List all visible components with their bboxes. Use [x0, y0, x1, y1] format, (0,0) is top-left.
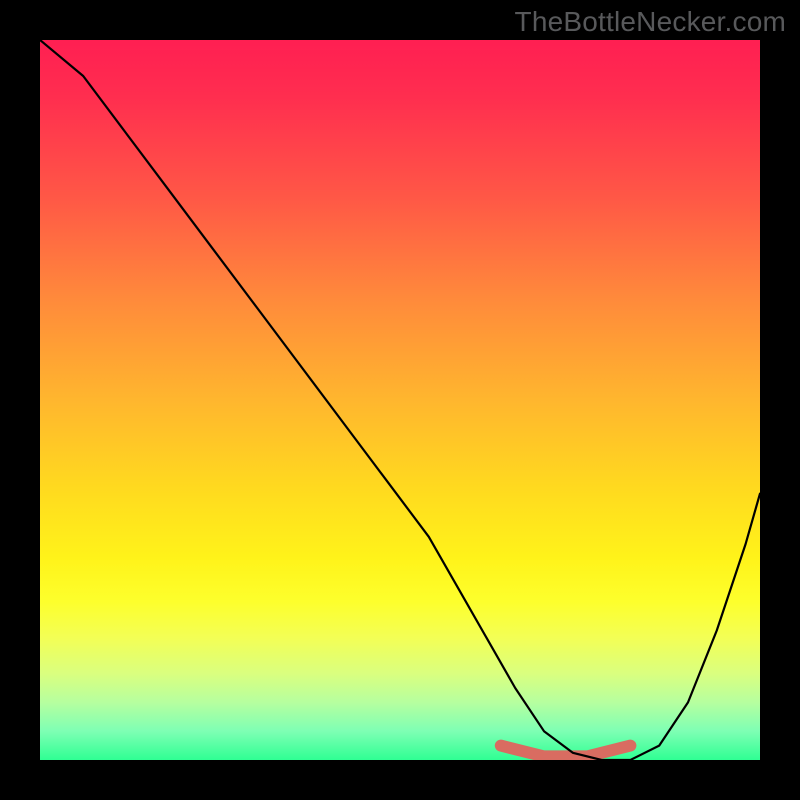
chart-container: TheBottleNecker.com — [0, 0, 800, 800]
watermark-text: TheBottleNecker.com — [515, 6, 786, 38]
bottleneck-curve — [40, 40, 760, 760]
curve-svg — [40, 40, 760, 760]
plot-area — [40, 40, 760, 760]
